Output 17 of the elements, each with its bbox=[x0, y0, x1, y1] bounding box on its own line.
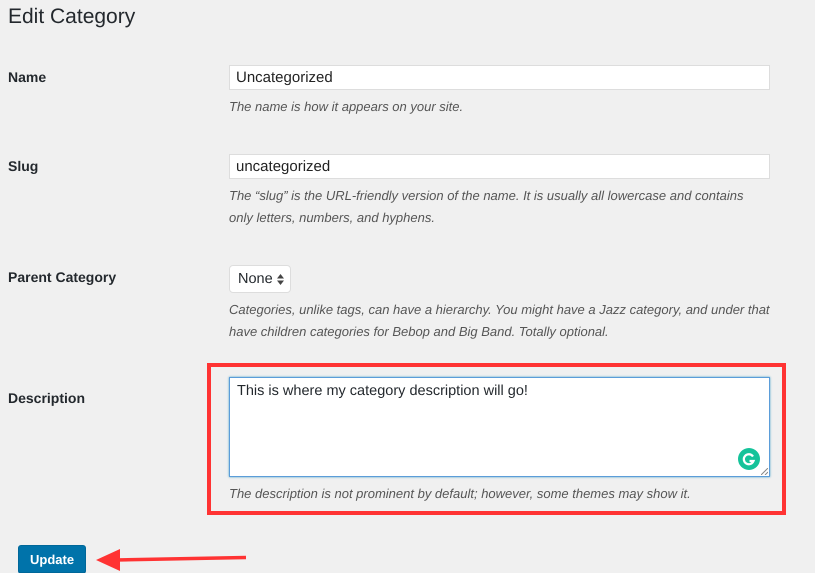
field-label: Slug bbox=[8, 158, 38, 174]
field-hint: The “slug” is the URL-friendly version of the name. It is usually all lowercase and contains only letters, numbers, and hyphens. bbox=[229, 187, 744, 227]
description-field[interactable]: This is where my category description will go! bbox=[229, 377, 770, 477]
updown-icon bbox=[276, 274, 284, 284]
page-title: Edit Category bbox=[8, 4, 136, 30]
field-label: Description bbox=[8, 390, 86, 406]
field-hint: The name is how it appears on your site. bbox=[229, 98, 464, 116]
field-label: Name bbox=[8, 69, 46, 85]
text-field[interactable]: Uncategorized bbox=[229, 65, 770, 90]
field-hint: Categories, unlike tags, can have a hierarchy. You might have a Jazz category, and under that have children categories for Bebop and Big Band. Totally optional. bbox=[229, 301, 770, 341]
update-button[interactable]: Update bbox=[18, 545, 86, 573]
field-hint: The description is not prominent by default; however, some themes may show it. bbox=[229, 485, 692, 503]
field-label: Parent Category bbox=[8, 269, 116, 285]
grammar-icon[interactable] bbox=[738, 448, 760, 470]
resize-grip-icon[interactable] bbox=[761, 468, 768, 475]
parent-select[interactable]: None bbox=[229, 265, 291, 293]
text-field[interactable]: uncategorized bbox=[229, 154, 770, 179]
